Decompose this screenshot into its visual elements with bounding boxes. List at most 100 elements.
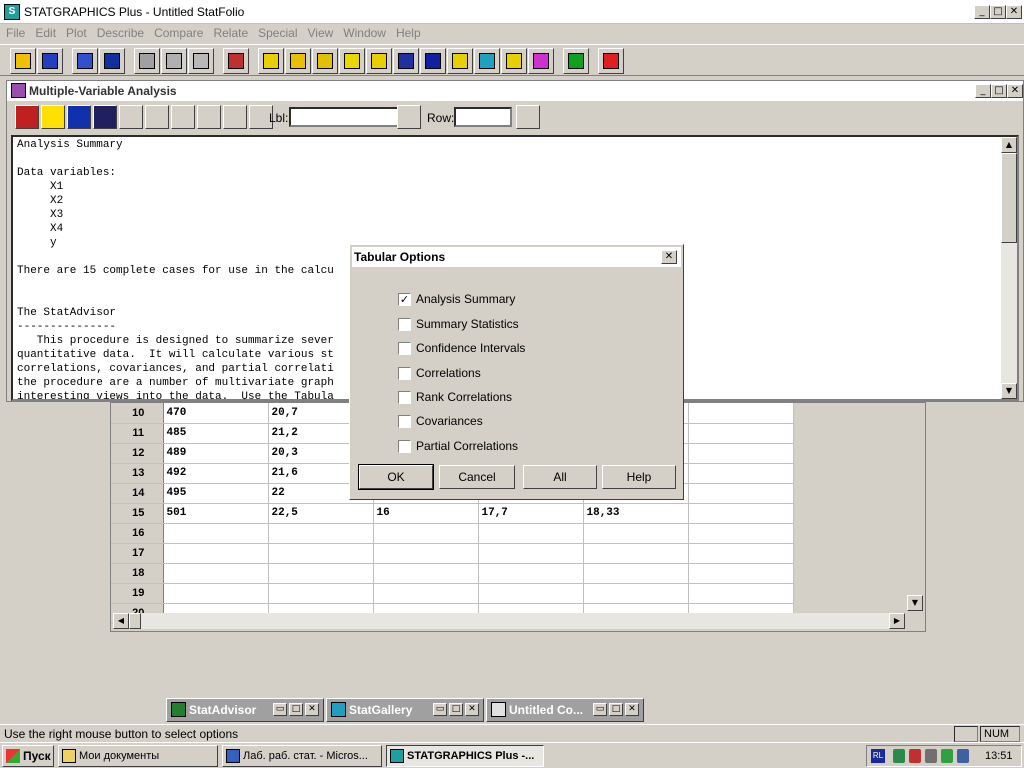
- analysis-close-button[interactable]: ✕: [1007, 84, 1023, 98]
- tray-gear-icon[interactable]: [925, 749, 937, 763]
- tree-icon[interactable]: [501, 48, 527, 74]
- checkbox[interactable]: [398, 440, 411, 453]
- table-cell[interactable]: [688, 543, 794, 564]
- statadvisor-icon[interactable]: [563, 48, 589, 74]
- maximize-icon[interactable]: □: [609, 703, 623, 716]
- table-cell[interactable]: [373, 583, 479, 604]
- paste-icon[interactable]: [188, 48, 214, 74]
- maximize-icon[interactable]: □: [289, 703, 303, 716]
- all-button[interactable]: All: [523, 465, 597, 489]
- hscroll-thumb[interactable]: [129, 613, 141, 629]
- close-icon[interactable]: ✕: [625, 703, 639, 716]
- help-button[interactable]: Help: [602, 465, 676, 489]
- menu-view[interactable]: View: [303, 24, 337, 42]
- table-cell[interactable]: [478, 583, 584, 604]
- task-word[interactable]: Лаб. раб. стат. - Micros...: [222, 745, 382, 767]
- row-header[interactable]: 15: [111, 503, 164, 524]
- menu-window[interactable]: Window: [339, 24, 390, 42]
- save-results-icon[interactable]: [93, 105, 117, 129]
- maximize-button[interactable]: □: [990, 5, 1006, 19]
- exclude-icon[interactable]: [119, 105, 143, 129]
- maximize-icon[interactable]: □: [449, 703, 463, 716]
- table-cell[interactable]: [688, 443, 794, 464]
- table-cell[interactable]: [688, 503, 794, 524]
- table-cell[interactable]: [373, 543, 479, 564]
- table-cell[interactable]: [268, 543, 374, 564]
- table-cell[interactable]: 18,33: [583, 503, 689, 524]
- table-cell[interactable]: [163, 563, 269, 584]
- datasheet-vertical-scrollbar[interactable]: ▼: [907, 403, 923, 611]
- open-folder-icon[interactable]: [10, 48, 36, 74]
- matrix-grid-icon[interactable]: [528, 48, 554, 74]
- table-cell[interactable]: [268, 583, 374, 604]
- restore-icon[interactable]: ▭: [273, 703, 287, 716]
- table-cell[interactable]: 489: [163, 443, 269, 464]
- table-cell[interactable]: [688, 583, 794, 604]
- analysis-maximize-button[interactable]: □: [991, 84, 1007, 98]
- table-cell[interactable]: 495: [163, 483, 269, 504]
- statgraphics-icon[interactable]: S: [4, 4, 20, 20]
- tray-monitor-icon[interactable]: [957, 749, 969, 763]
- restore-icon[interactable]: ▭: [433, 703, 447, 716]
- tray-app-icon[interactable]: [893, 749, 905, 763]
- scroll-left-icon[interactable]: ◀: [113, 613, 129, 629]
- identify-icon[interactable]: [197, 105, 221, 129]
- menu-plot[interactable]: Plot: [62, 24, 91, 42]
- table-cell[interactable]: [478, 523, 584, 544]
- table-cell[interactable]: 501: [163, 503, 269, 524]
- row-header[interactable]: 18: [111, 563, 164, 584]
- tabular-options-icon[interactable]: [41, 105, 65, 129]
- row-header[interactable]: 14: [111, 483, 164, 504]
- table-cell[interactable]: [688, 403, 794, 424]
- print-icon[interactable]: [223, 48, 249, 74]
- checkbox[interactable]: ✓: [398, 293, 411, 306]
- xy-plot-icon[interactable]: [339, 48, 365, 74]
- help-icon[interactable]: [598, 48, 624, 74]
- summary-icon[interactable]: [285, 48, 311, 74]
- dialog-close-button[interactable]: ✕: [661, 250, 677, 264]
- graphical-options-icon[interactable]: [67, 105, 91, 129]
- menu-edit[interactable]: Edit: [31, 24, 60, 42]
- checkbox[interactable]: [398, 367, 411, 380]
- save-icon[interactable]: [37, 48, 63, 74]
- datasheet-scroll-down-icon[interactable]: ▼: [907, 595, 923, 611]
- table-cell[interactable]: 485: [163, 423, 269, 444]
- table-cell[interactable]: [583, 563, 689, 584]
- ok-button[interactable]: OK: [358, 464, 434, 490]
- table-cell[interactable]: [163, 543, 269, 564]
- table-cell[interactable]: [583, 523, 689, 544]
- table-cell[interactable]: [688, 483, 794, 504]
- save-data-icon[interactable]: [99, 48, 125, 74]
- close-button[interactable]: ✕: [1006, 5, 1022, 19]
- checkbox[interactable]: [398, 415, 411, 428]
- menu-special[interactable]: Special: [254, 24, 301, 42]
- menu-file[interactable]: File: [2, 24, 29, 42]
- menu-describe[interactable]: Describe: [93, 24, 148, 42]
- table-cell[interactable]: [268, 563, 374, 584]
- analysis-minimize-button[interactable]: _: [975, 84, 991, 98]
- scroll-up-icon[interactable]: ▲: [1001, 137, 1017, 153]
- input-dialog-icon[interactable]: [15, 105, 39, 129]
- trend-icon[interactable]: [447, 48, 473, 74]
- table-cell[interactable]: [373, 523, 479, 544]
- tray-network-icon[interactable]: [941, 749, 953, 763]
- scroll-thumb[interactable]: [1001, 153, 1017, 243]
- minimize-button[interactable]: _: [974, 5, 990, 19]
- restore-icon[interactable]: ▭: [593, 703, 607, 716]
- task-my-documents[interactable]: Мои документы: [58, 745, 218, 767]
- scatterplot-icon[interactable]: [258, 48, 284, 74]
- locate-icon[interactable]: [145, 105, 169, 129]
- row-header[interactable]: 10: [111, 403, 164, 424]
- histogram-icon[interactable]: [312, 48, 338, 74]
- table-cell[interactable]: 17,7: [478, 503, 584, 524]
- row-header[interactable]: 17: [111, 543, 164, 564]
- row-header[interactable]: 13: [111, 463, 164, 484]
- distribution-icon[interactable]: [420, 48, 446, 74]
- row-header[interactable]: 11: [111, 423, 164, 444]
- copy-icon[interactable]: [161, 48, 187, 74]
- table-cell[interactable]: 22,5: [268, 503, 374, 524]
- menu-relate[interactable]: Relate: [209, 24, 252, 42]
- table-cell[interactable]: [373, 563, 479, 584]
- table-cell[interactable]: [478, 543, 584, 564]
- table-cell[interactable]: [268, 523, 374, 544]
